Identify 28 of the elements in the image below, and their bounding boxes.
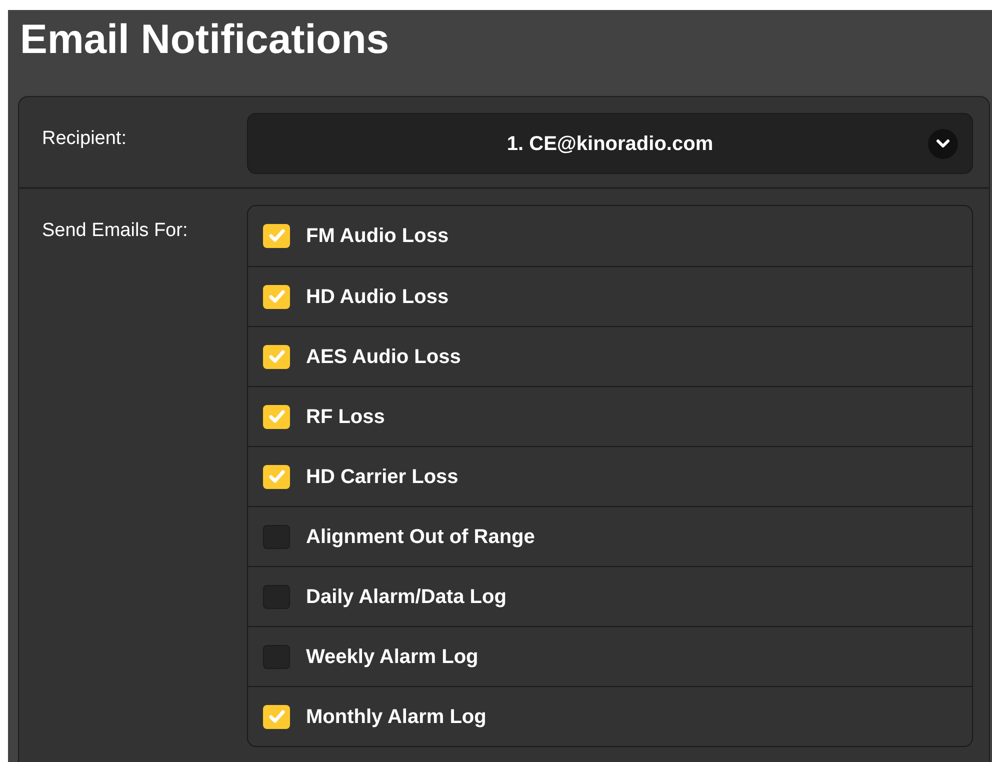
recipient-select[interactable]: 1. CE@kinoradio.com [247, 113, 973, 174]
check-icon [268, 350, 284, 364]
checkbox[interactable] [263, 404, 290, 428]
recipient-label: Recipient: [42, 128, 126, 149]
checkbox[interactable] [263, 584, 290, 608]
checkbox[interactable] [263, 464, 290, 488]
chevron-down-icon [928, 129, 958, 159]
checkbox[interactable] [263, 284, 290, 308]
checkbox[interactable] [263, 524, 290, 548]
check-icon [268, 290, 284, 304]
checkbox-label[interactable]: Daily Alarm/Data Log [306, 582, 506, 612]
checkbox-label[interactable]: Alignment Out of Range [306, 522, 535, 552]
checkbox-label[interactable]: HD Audio Loss [306, 282, 449, 312]
checkbox-label[interactable]: FM Audio Loss [306, 221, 449, 251]
page-title: Email Notifications [20, 15, 390, 64]
checkbox-label[interactable]: AES Audio Loss [306, 342, 461, 372]
check-icon [268, 410, 284, 424]
checkbox[interactable] [263, 224, 290, 248]
check-icon [268, 229, 284, 243]
checkbox[interactable] [263, 704, 290, 728]
check-icon [268, 710, 284, 724]
send-emails-for-label: Send Emails For: [42, 220, 188, 241]
check-icon [268, 470, 284, 484]
checkbox-label[interactable]: HD Carrier Loss [306, 462, 458, 492]
checkbox-label[interactable]: Monthly Alarm Log [306, 702, 486, 732]
checkbox-label[interactable]: Weekly Alarm Log [306, 642, 478, 672]
checkbox[interactable] [263, 344, 290, 368]
checkbox-label[interactable]: RF Loss [306, 402, 385, 432]
